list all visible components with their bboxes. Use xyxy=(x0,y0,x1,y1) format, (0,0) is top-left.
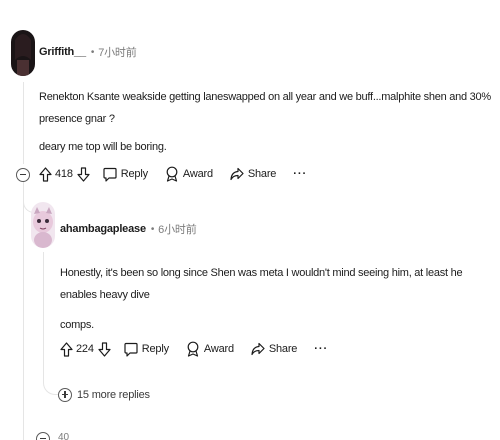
downvote-arrow-icon xyxy=(98,341,111,357)
share-arrow-icon xyxy=(251,342,265,356)
upvote-button[interactable] xyxy=(60,341,73,357)
more-options-button[interactable]: ··· xyxy=(293,168,307,180)
collapse-thread-icon[interactable] xyxy=(36,432,50,440)
thread-line[interactable] xyxy=(43,252,44,382)
timestamp[interactable]: 6小时前 xyxy=(158,221,197,237)
avatar-griffith[interactable] xyxy=(11,30,35,76)
comment-body: Renekton Ksante weakside getting laneswa… xyxy=(39,86,499,158)
share-arrow-icon xyxy=(230,167,244,181)
more-options-button[interactable]: ··· xyxy=(314,343,328,355)
timestamp[interactable]: 7小时前 xyxy=(98,44,137,60)
reply-label: Reply xyxy=(141,343,169,355)
downvote-arrow-icon xyxy=(77,166,90,182)
speech-bubble-icon xyxy=(103,167,117,182)
share-button[interactable]: Share xyxy=(251,342,297,356)
comment-text-line: Renekton Ksante weakside getting laneswa… xyxy=(39,91,491,125)
upvote-arrow-icon xyxy=(39,166,52,182)
comment-text-line: comps. xyxy=(60,319,94,331)
username[interactable]: Griffith__ xyxy=(39,46,86,58)
comment-meta: ahambagaplease • 6小时前 xyxy=(60,221,197,237)
username[interactable]: ahambagaplease xyxy=(60,223,146,235)
comment-actions: 418 Reply Award Share ··· xyxy=(39,166,307,182)
share-label: Share xyxy=(268,343,298,355)
thread-line[interactable] xyxy=(23,82,24,164)
reply-button[interactable]: Reply xyxy=(124,342,169,357)
collapse-thread-icon[interactable] xyxy=(16,168,30,182)
award-ribbon-icon xyxy=(187,341,199,357)
upvote-button[interactable] xyxy=(39,166,52,182)
speech-bubble-icon xyxy=(124,342,138,357)
share-label: Share xyxy=(247,168,277,180)
meta-separator: • xyxy=(90,46,95,58)
reply-label: Reply xyxy=(120,168,148,180)
award-ribbon-icon xyxy=(166,166,178,182)
thread-line[interactable] xyxy=(23,184,24,440)
comment-body: Honestly, it's been so long since Shen w… xyxy=(60,262,498,336)
more-replies-link[interactable]: 15 more replies xyxy=(77,389,150,401)
meta-separator: • xyxy=(150,223,155,235)
comment-text-line: deary me top will be boring. xyxy=(39,141,167,153)
vote-count: 418 xyxy=(55,168,73,180)
comment-actions: 224 Reply Award Share ··· xyxy=(60,341,328,357)
avatar-ahambagaplease[interactable] xyxy=(31,202,55,248)
vote-count: 40 xyxy=(58,432,70,440)
comment-meta: Griffith__ • 7小时前 xyxy=(39,44,137,60)
award-button[interactable]: Award xyxy=(165,166,213,182)
comment-thread: Griffith__ • 7小时前 Renekton Ksante weaksi… xyxy=(0,0,500,440)
vote-count: 224 xyxy=(76,343,94,355)
share-button[interactable]: Share xyxy=(230,167,276,181)
reply-button[interactable]: Reply xyxy=(103,167,148,182)
expand-thread-icon[interactable] xyxy=(58,388,72,402)
thread-connector xyxy=(43,370,58,395)
award-label: Award xyxy=(203,343,234,355)
upvote-arrow-icon xyxy=(60,341,73,357)
award-button[interactable]: Award xyxy=(186,341,234,357)
downvote-button[interactable] xyxy=(77,166,90,182)
award-label: Award xyxy=(182,168,213,180)
comment-text-line: Honestly, it's been so long since Shen w… xyxy=(60,267,463,301)
downvote-button[interactable] xyxy=(98,341,111,357)
